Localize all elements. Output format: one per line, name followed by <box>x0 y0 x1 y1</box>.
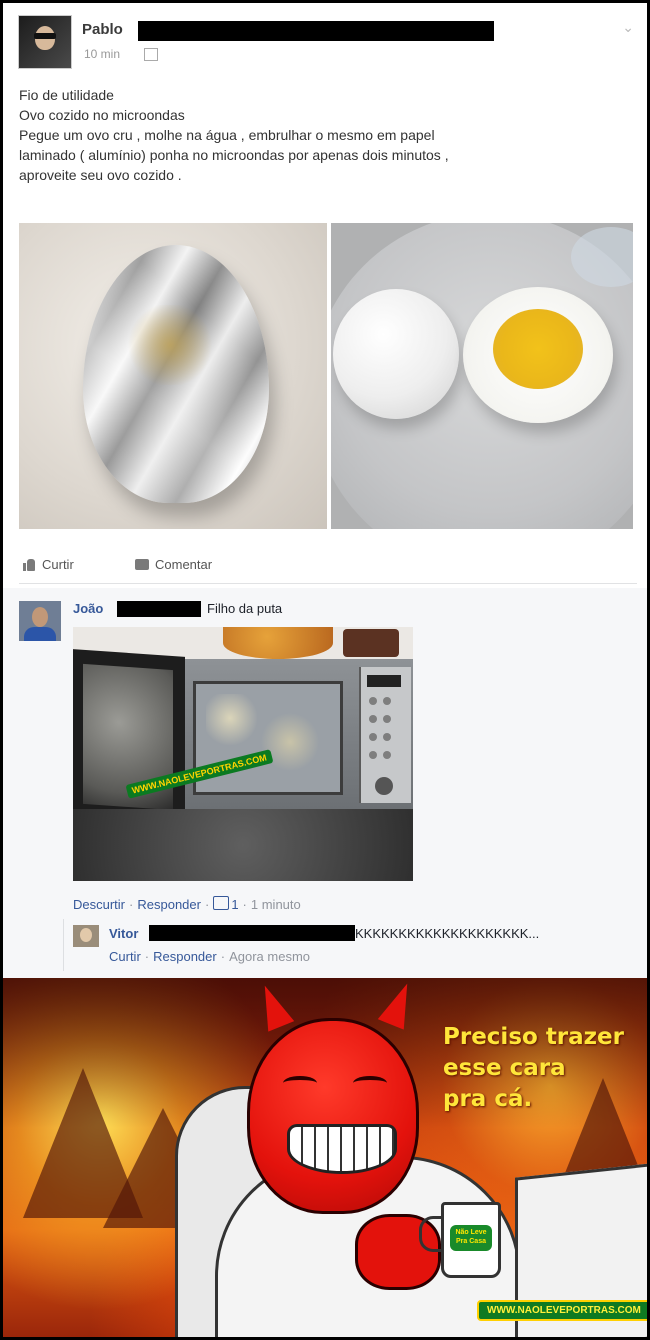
microwave-cavity <box>193 681 343 795</box>
microwave-dial <box>375 777 393 795</box>
comment-label: Comentar <box>155 557 213 572</box>
devil-head <box>247 1018 419 1214</box>
unlike-link[interactable]: Descurtir <box>73 897 125 912</box>
post-text-line: Ovo cozido no microondas <box>19 107 185 123</box>
comment-text: Filho da puta <box>207 601 283 616</box>
like-icon <box>213 896 230 910</box>
chevron-down-icon[interactable]: ⌄ <box>622 19 634 36</box>
like-label: Curtir <box>42 557 74 572</box>
coffee-mug: Não Leve Pra Casa <box>441 1202 501 1278</box>
foil-egg-photo[interactable] <box>19 223 327 529</box>
like-button[interactable]: Curtir <box>23 557 74 572</box>
post-text: Fio de utilidade Ovo cozido no microonda… <box>19 85 629 185</box>
post-text-line: Fio de utilidade <box>19 87 114 103</box>
censor-bar <box>149 925 355 941</box>
comment-author-avatar[interactable] <box>19 601 61 641</box>
avatar-glasses <box>34 33 56 39</box>
censor-bar <box>117 601 201 617</box>
foil-wrapped-egg <box>83 245 269 503</box>
post-text-line: laminado ( alumínio) ponha no microondas… <box>19 147 449 163</box>
divider <box>19 583 637 584</box>
post-text-line: aproveite seu ovo cozido . <box>19 167 182 183</box>
devil-eye <box>353 1076 387 1090</box>
comment-icon <box>135 559 149 570</box>
countertop <box>73 809 413 881</box>
reply-link[interactable]: Responder <box>153 949 217 964</box>
egg-yolk <box>493 309 583 389</box>
like-count[interactable]: 1 <box>231 897 238 912</box>
caption-line: esse cara <box>443 1055 566 1081</box>
whole-egg <box>333 289 459 419</box>
boiled-egg-photo[interactable] <box>331 223 633 529</box>
fruit-basket <box>223 627 333 659</box>
comment-button[interactable]: Comentar <box>135 557 212 572</box>
reply-author-avatar[interactable] <box>73 925 99 947</box>
post-timestamp[interactable]: 10 min <box>84 47 120 61</box>
screenshot-content: Pablo 10 min ⌄ Fio de utilidade Ovo cozi… <box>3 3 647 1337</box>
comment-meta: Descurtir · Responder · 1 · 1 minuto <box>73 896 301 912</box>
like-link[interactable]: Curtir <box>109 949 141 964</box>
caption-line: Preciso trazer <box>443 1024 625 1050</box>
post-author-avatar[interactable] <box>18 15 72 69</box>
mug-logo: Não Leve Pra Casa <box>450 1225 492 1251</box>
reply-meta: Curtir · Responder · Agora mesmo <box>109 949 310 964</box>
site-watermark: WWW.NAOLEVEPORTRAS.COM <box>477 1300 647 1321</box>
caption-line: pra cá. <box>443 1086 533 1112</box>
post-author-name[interactable]: Pablo <box>82 21 123 38</box>
devil-grin <box>287 1124 397 1174</box>
comment-author-name[interactable]: João <box>73 601 103 616</box>
reply-timestamp[interactable]: Agora mesmo <box>229 949 310 964</box>
like-icon <box>23 558 36 571</box>
reply-thread-line <box>63 919 64 971</box>
halved-egg <box>463 287 613 423</box>
exploded-microwave-photo[interactable]: WWW.NAOLEVEPORTRAS.COM <box>73 627 413 881</box>
comment-timestamp[interactable]: 1 minuto <box>251 897 301 912</box>
post-header: Pablo 10 min ⌄ <box>18 15 638 75</box>
censor-bar <box>138 21 494 41</box>
reply-author-name[interactable]: Vitor <box>109 926 138 941</box>
reply-text: KKKKKKKKKKKKKKKKKKKK... <box>355 926 540 941</box>
post-actions: Curtir Comentar <box>19 553 639 581</box>
audience-icon <box>144 48 158 61</box>
post-text-line: Pegue um ovo cru , molhe na água , embru… <box>19 127 435 143</box>
meme-caption: Preciso trazer esse cara pra cá. <box>443 1022 643 1115</box>
devil-meme-panel: Não Leve Pra Casa Preciso trazer esse ca… <box>3 978 647 1337</box>
devil-eye <box>283 1076 317 1090</box>
page-frame: Pablo 10 min ⌄ Fio de utilidade Ovo cozi… <box>0 0 650 1340</box>
reply-link[interactable]: Responder <box>137 897 201 912</box>
